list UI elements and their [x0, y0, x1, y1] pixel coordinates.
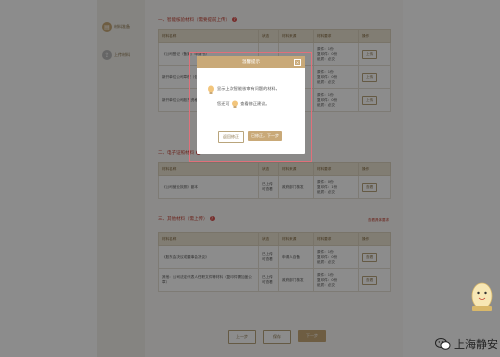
hint-bulb-icon	[208, 85, 214, 94]
mascot-logo	[471, 282, 493, 311]
dialog-message-suffix: 查看修正建议。	[240, 101, 270, 106]
dialog-title: 温馨提示	[242, 60, 260, 65]
hint-bulb-icon	[231, 100, 238, 108]
dialog-message-line1: 显示上次智能核审有问题的材料，	[217, 86, 280, 91]
wechat-watermark: 上海静安	[435, 333, 498, 355]
close-icon[interactable]: ×	[294, 59, 301, 66]
watermark-text: 上海静安	[454, 338, 498, 351]
dialog-header: 温馨提示 ×	[197, 56, 305, 68]
dialog-message-prefix: 您还可	[217, 101, 230, 106]
dialog-message-line2: 您还可 查看修正建议。	[217, 100, 270, 108]
return-fix-button[interactable]: 返回修正	[218, 131, 244, 143]
wechat-icon	[435, 338, 451, 350]
fixed-next-button[interactable]: 已修正，下一步	[248, 131, 282, 141]
